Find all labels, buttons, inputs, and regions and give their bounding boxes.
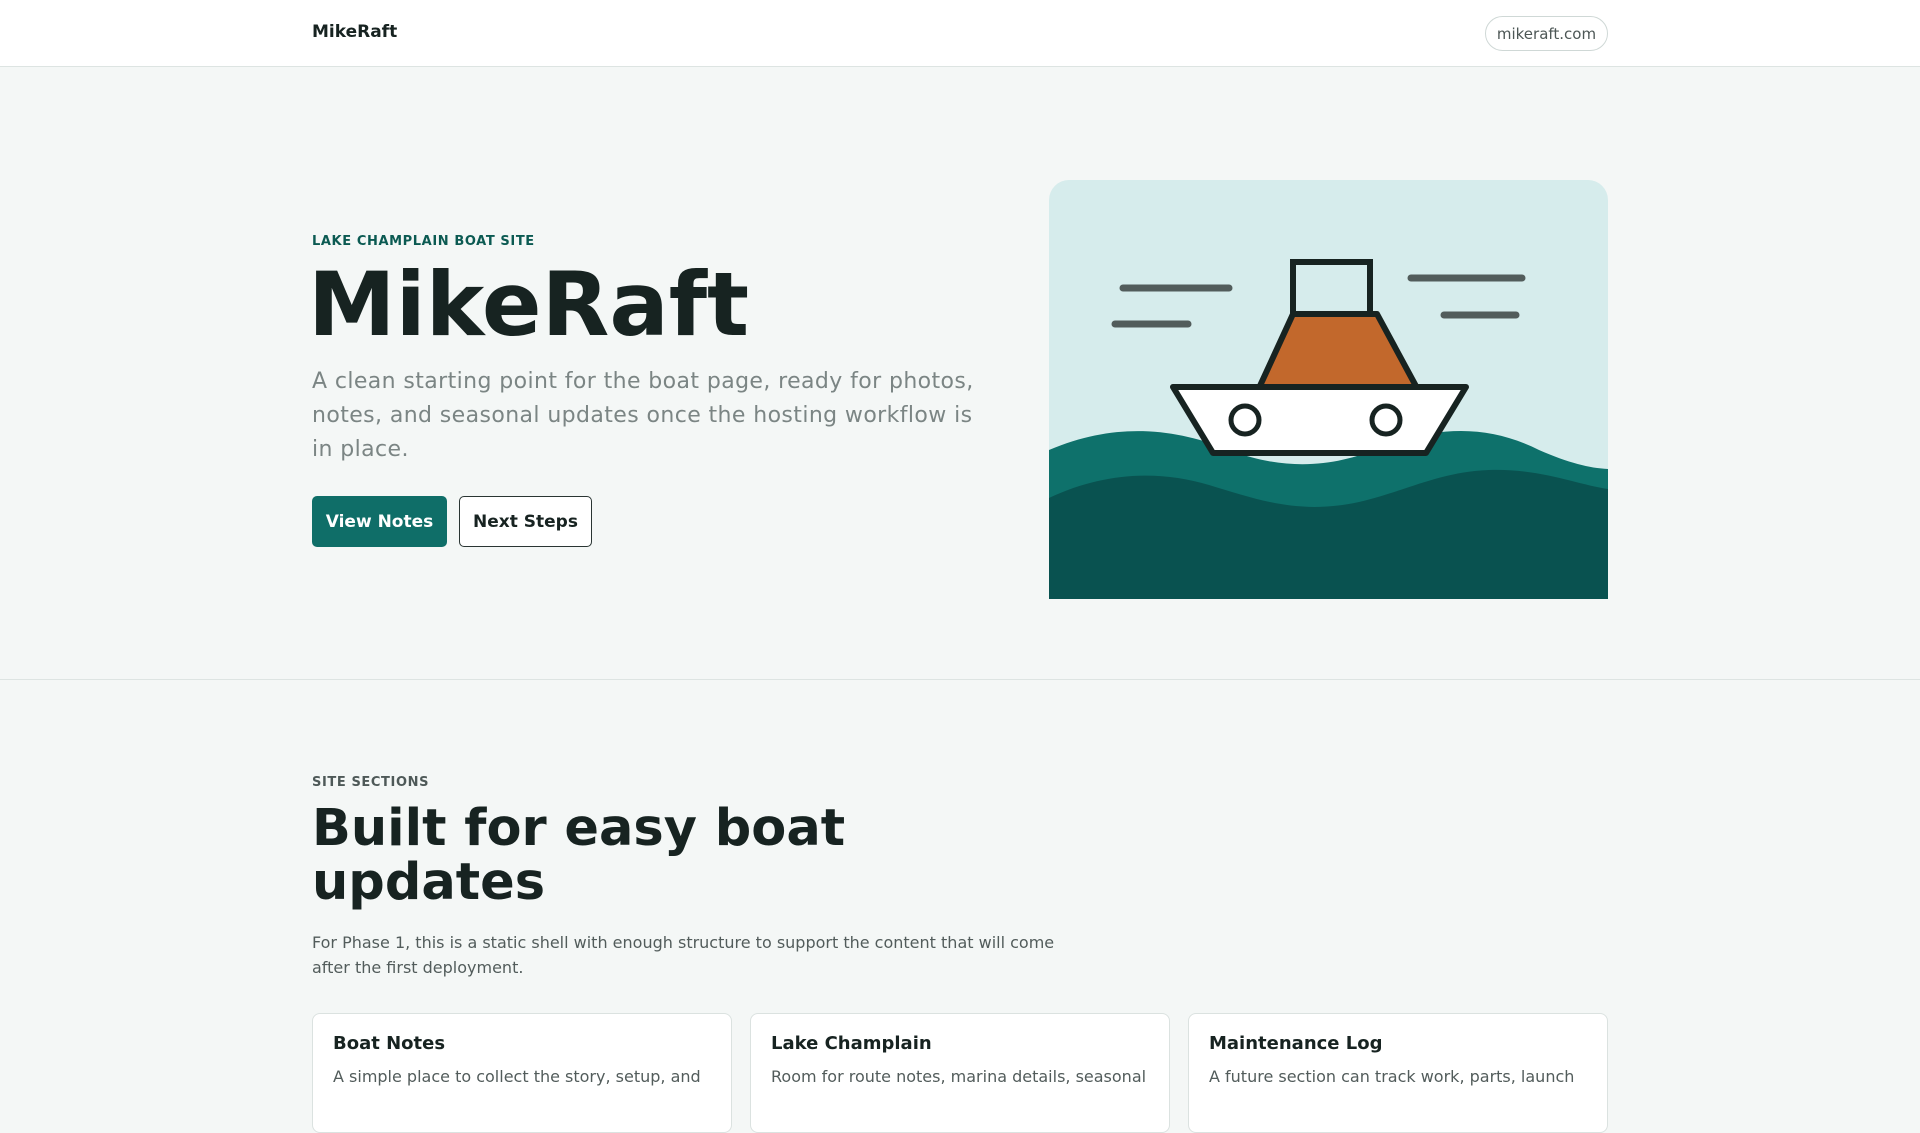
card-text: Room for route notes, marina details, se… <box>771 1067 1147 1086</box>
card-boat-notes: Boat Notes A simple place to collect the… <box>312 1013 732 1133</box>
boat-illustration-svg <box>1049 180 1608 599</box>
view-notes-button[interactable]: View Notes <box>312 496 447 547</box>
card-title: Lake Champlain <box>771 1033 932 1054</box>
brand-logo-link[interactable]: MikeRaft <box>312 22 397 42</box>
card-maintenance-log: Maintenance Log A future section can tra… <box>1188 1013 1608 1133</box>
boat-illustration <box>1049 180 1608 599</box>
card-title: Boat Notes <box>333 1033 446 1054</box>
section-divider <box>0 679 1920 680</box>
hero-title: MikeRaft <box>308 253 750 356</box>
card-text: A simple place to collect the story, set… <box>333 1067 701 1086</box>
boat-hull <box>1170 384 1469 456</box>
card-title: Maintenance Log <box>1209 1033 1383 1054</box>
next-steps-button[interactable]: Next Steps <box>459 496 592 547</box>
sections-description: For Phase 1, this is a static shell with… <box>312 933 1055 977</box>
card-text: A future section can track work, parts, … <box>1209 1067 1575 1086</box>
hero-subtitle: A clean starting point for the boat page… <box>312 369 974 462</box>
card-lake-champlain: Lake Champlain Room for route notes, mar… <box>750 1013 1170 1133</box>
sections-eyebrow: SITE SECTIONS <box>312 775 430 790</box>
sections-title: Built for easy boat updates <box>312 799 846 912</box>
hero-eyebrow: LAKE CHAMPLAIN BOAT SITE <box>312 234 535 249</box>
site-header: MikeRaft mikeraft.com <box>0 0 1920 67</box>
domain-badge-link[interactable]: mikeraft.com <box>1485 16 1608 51</box>
porthole-right <box>1369 403 1403 437</box>
porthole-left <box>1228 403 1262 437</box>
